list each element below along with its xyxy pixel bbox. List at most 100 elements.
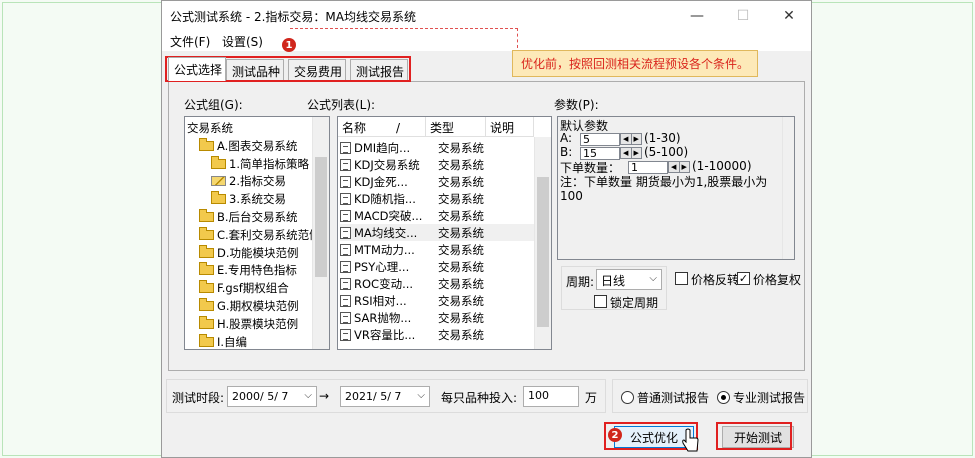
qty-input[interactable]: 1: [628, 161, 668, 174]
period-select-value: 日线: [601, 274, 626, 288]
formula-list-row[interactable]: MACD突破... 交易系统: [340, 207, 535, 224]
list-scrollbar-thumb[interactable]: [537, 177, 549, 327]
params-panel: 默认参数 A: 5 ◀ ▶ (1-30) B: 15 ◀ ▶ (5-100) 下单数…: [557, 116, 795, 260]
tree-item[interactable]: C.套利交易系统范例: [199, 226, 321, 244]
tree-item[interactable]: I.自编: [199, 333, 248, 349]
price-adjust-label: 价格复权: [753, 273, 802, 287]
menu-settings[interactable]: 设置(S): [222, 33, 263, 50]
end-date-picker[interactable]: 2021/ 5/ 7 ⌵: [340, 386, 430, 407]
column-type-header[interactable]: 类型: [426, 117, 486, 136]
tree-item[interactable]: 2.指标交易: [211, 172, 286, 190]
param-a-input[interactable]: 5: [580, 133, 620, 146]
formula-list-row[interactable]: SAR抛物... 交易系统: [340, 309, 535, 326]
spin-right-icon[interactable]: ▶: [632, 148, 642, 158]
formula-group-label: 公式组(G):: [184, 98, 243, 112]
formula-type-cell: 交易系统: [438, 157, 484, 172]
params-note: 注：下单数量 期货最小为1,股票最小为100: [560, 175, 768, 203]
tree-item-label: E.专用特色指标: [217, 263, 297, 278]
param-b-spinner[interactable]: ◀ ▶: [620, 147, 642, 159]
folder-icon: [199, 333, 214, 347]
tree-item[interactable]: G.期权模块范例: [199, 297, 299, 315]
sort-indicator-icon: /: [396, 121, 401, 135]
formula-group-tree[interactable]: 交易系统 A.图表交易系统 1.简单指标策略 2.指标交易 3.系统交易 B.后台交易系统…: [184, 116, 330, 350]
pro-report-label: 专业测试报告: [733, 391, 806, 405]
formula-list[interactable]: 名称 / 类型 说明 DMI趋向... 交易系统 KDJ交易系统 交易系统 KDJ金死..…: [337, 116, 552, 350]
tree-item[interactable]: D.功能模块范例: [199, 244, 299, 262]
formula-type-cell: 交易系统: [438, 208, 484, 223]
folder-icon: [211, 155, 226, 169]
period-select[interactable]: 日线 ⌵: [596, 269, 662, 290]
list-scrollbar[interactable]: [534, 137, 551, 349]
test-period-group: 测试时段: 2000/ 5/ 7 ⌵ → 2021/ 5/ 7 ⌵ 每只品种投入: …: [166, 379, 606, 413]
maximize-icon: ☐: [736, 8, 750, 24]
spin-left-icon[interactable]: ◀: [669, 162, 680, 172]
spin-right-icon[interactable]: ▶: [680, 162, 690, 172]
formula-list-row[interactable]: KDJ金死... 交易系统: [340, 173, 535, 190]
formula-name-cell: VR容量比...: [354, 327, 416, 342]
callout-leader-line: [290, 28, 518, 48]
close-button[interactable]: ✕: [766, 1, 812, 31]
tree-item[interactable]: A.图表交易系统: [199, 137, 297, 155]
tree-scrollbar-thumb[interactable]: [315, 157, 327, 277]
tree-item[interactable]: 3.系统交易: [211, 190, 286, 208]
end-date-value: 2021/ 5/ 7: [345, 390, 402, 403]
price-reverse-label: 价格反转: [691, 273, 740, 287]
formula-type-cell: 交易系统: [438, 140, 484, 155]
test-period-label: 测试时段:: [172, 391, 225, 405]
date-range-arrow: →: [319, 389, 330, 403]
tree-item[interactable]: E.专用特色指标: [199, 261, 297, 279]
tree-item-label: I.自编: [217, 334, 248, 349]
price-adjust-checkbox[interactable]: ✓: [737, 272, 750, 285]
formula-type-cell: 交易系统: [438, 276, 484, 291]
tree-item[interactable]: 1.简单指标策略: [211, 155, 309, 173]
params-scrollbar[interactable]: [782, 117, 794, 259]
tree-scrollbar[interactable]: [312, 117, 329, 349]
param-a-spinner[interactable]: ◀ ▶: [620, 133, 642, 145]
normal-report-radio[interactable]: [621, 391, 634, 404]
tab-formula-select[interactable]: 公式选择: [168, 57, 226, 81]
start-date-picker[interactable]: 2000/ 5/ 7 ⌵: [227, 386, 317, 407]
formula-list-row[interactable]: MTM动力... 交易系统: [340, 241, 535, 258]
price-reverse-checkbox[interactable]: [675, 272, 688, 285]
pro-report-radio[interactable]: [717, 391, 730, 404]
formula-list-row[interactable]: DMI趋向... 交易系统: [340, 139, 535, 156]
folder-icon: [199, 262, 214, 276]
formula-list-row[interactable]: ROC变动... 交易系统: [340, 275, 535, 292]
formula-doc-icon: [340, 226, 351, 239]
formula-list-row[interactable]: VR容量比... 交易系统: [340, 326, 535, 343]
menu-file[interactable]: 文件(F): [170, 33, 210, 50]
qty-spinner[interactable]: ◀ ▶: [668, 161, 690, 173]
formula-doc-icon: [340, 328, 351, 341]
lock-period-checkbox[interactable]: [594, 295, 607, 308]
tree-item[interactable]: B.后台交易系统: [199, 208, 298, 226]
column-name-header[interactable]: 名称 /: [338, 117, 426, 136]
spin-right-icon[interactable]: ▶: [632, 134, 642, 144]
chevron-down-icon: ⌵: [649, 273, 657, 284]
formula-list-header: 名称 / 类型 说明: [338, 117, 534, 137]
formula-list-row[interactable]: RSI相对... 交易系统: [340, 292, 535, 309]
spin-left-icon[interactable]: ◀: [621, 134, 632, 144]
tree-item-label: F.gsf期权组合: [217, 281, 289, 296]
formula-list-row[interactable]: PSY心理... 交易系统: [340, 258, 535, 275]
minimize-button[interactable]: —: [674, 1, 720, 31]
column-desc-header[interactable]: 说明: [486, 117, 534, 136]
tree-item[interactable]: 交易系统: [187, 119, 233, 137]
folder-icon: [199, 244, 214, 258]
tree-item[interactable]: F.gsf期权组合: [199, 279, 289, 297]
formula-list-row[interactable]: MA均线交... 交易系统: [340, 224, 535, 241]
tree-item-label: C.套利交易系统范例: [217, 227, 321, 242]
chevron-down-icon: ⌵: [417, 390, 425, 401]
spin-left-icon[interactable]: ◀: [621, 148, 632, 158]
maximize-button[interactable]: ☐: [720, 1, 766, 31]
chevron-down-icon: ⌵: [304, 390, 312, 401]
formula-doc-icon: [340, 175, 351, 188]
formula-name-cell: SAR抛物...: [354, 310, 412, 325]
tree-item[interactable]: H.股票模块范例: [199, 315, 298, 333]
formula-list-row[interactable]: KDJ交易系统 交易系统: [340, 156, 535, 173]
invest-input[interactable]: 100: [523, 386, 579, 407]
tree-item-label: 1.简单指标策略: [229, 156, 309, 171]
formula-doc-icon: [340, 243, 351, 256]
formula-list-row[interactable]: KD随机指... 交易系统: [340, 190, 535, 207]
annotation-marker-2: 2: [608, 428, 622, 442]
formula-name-cell: KD随机指...: [354, 191, 416, 206]
